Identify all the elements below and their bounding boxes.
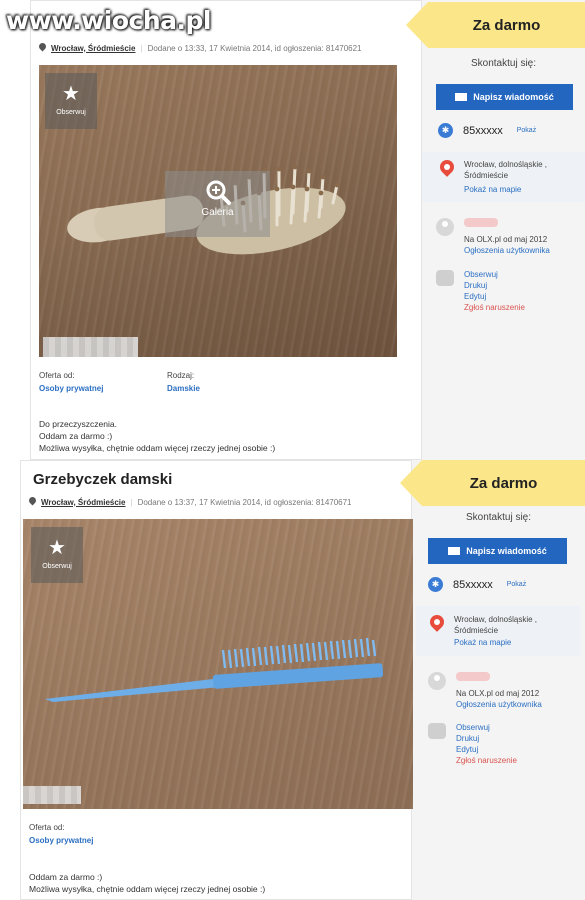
action-print[interactable]: Drukuj: [456, 734, 517, 743]
action-report[interactable]: Zgłoś naruszenie: [456, 756, 517, 765]
show-phone-link[interactable]: Pokaż: [507, 581, 526, 588]
chat-icon: [436, 270, 454, 286]
added-info: Dodane o 13:33, 17 Kwietnia 2014, id ogł…: [147, 43, 362, 53]
offer-label: Oferta od:: [29, 823, 65, 832]
observe-button[interactable]: ★ Obserwuj: [45, 73, 97, 129]
offer-param: Oferta od: Osoby prywatnej: [39, 371, 103, 393]
phone-number: 85xxxxx: [463, 124, 503, 137]
member-since: Na OLX.pl od maj 2012: [456, 689, 540, 698]
meta-separator: |: [140, 43, 143, 53]
ad-screenshot-2: Grzebyczek damski Wrocław, Śródmieście |…: [20, 460, 585, 900]
ad-meta: Wrocław, Śródmieście | Dodane o 13:37, 1…: [29, 497, 352, 507]
contact-heading: Skontaktuj się:: [470, 58, 537, 69]
zoom-icon: [206, 180, 231, 205]
location-link[interactable]: Wrocław, Śródmieście: [41, 498, 125, 507]
offer-value[interactable]: Osoby prywatnej: [29, 836, 93, 845]
gallery-label: Galeria: [201, 207, 234, 218]
ad-title: Grzebyczek damski: [33, 471, 173, 488]
pixelated-username: [23, 786, 81, 804]
offer-label: Oferta od:: [39, 371, 75, 380]
ad-description: Do przeczyszczenia. Oddam za darmo :) Mo…: [39, 418, 275, 454]
user-avatar-icon: [428, 672, 446, 690]
action-observe[interactable]: Obserwuj: [464, 270, 525, 279]
type-param: Rodzaj: Damskie: [167, 371, 200, 393]
meta-separator: |: [130, 497, 133, 507]
actions-row: Obserwuj Drukuj Edytuj Zgłoś naruszenie: [436, 270, 525, 312]
write-message-button[interactable]: Napisz wiadomość: [428, 538, 567, 564]
phone-row: ✱ 85xxxxx Pokaż: [438, 123, 536, 138]
type-value[interactable]: Damskie: [167, 384, 200, 393]
type-label: Rodzaj:: [167, 371, 195, 380]
user-ads-link[interactable]: Ogłoszenia użytkownika: [456, 700, 542, 709]
desc-line: Oddam za darmo :): [29, 872, 103, 882]
location-pin-icon: [29, 497, 36, 507]
location-city: Wrocław, dolnośląskie ,: [464, 160, 547, 169]
blurred-username: [464, 218, 498, 227]
phone-row: ✱ 85xxxxx Pokaż: [428, 577, 526, 592]
desc-line: Możliwa wysyłka, chętnie oddam więcej rz…: [29, 884, 266, 894]
contact-heading: Skontaktuj się:: [465, 512, 532, 523]
offer-value[interactable]: Osoby prywatnej: [39, 384, 103, 393]
ad-card: Grzebyczek damski Wrocław, Śródmieście |…: [20, 460, 413, 900]
offer-param: Oferta od: Osoby prywatnej: [29, 823, 93, 845]
member-since: Na OLX.pl od maj 2012: [464, 235, 548, 244]
gallery-button[interactable]: Galeria: [165, 171, 270, 237]
added-info: Dodane o 13:37, 17 Kwietnia 2014, id ogł…: [137, 497, 352, 507]
ad-meta: Wrocław, Śródmieście | Dodane o 13:33, 1…: [39, 43, 362, 53]
location-city: Wrocław, dolnośląskie ,: [454, 615, 537, 624]
seller-sidebar: Za darmo Skontaktuj się: Napisz wiadomoś…: [400, 460, 585, 900]
phone-badge-icon: ✱: [438, 123, 453, 138]
observe-label: Obserwuj: [42, 563, 72, 570]
write-message-label: Napisz wiadomość: [473, 92, 554, 102]
location-district: Śródmieście: [464, 171, 509, 180]
show-phone-link[interactable]: Pokaż: [517, 127, 536, 134]
phone-number: 85xxxxx: [453, 578, 493, 591]
location-district: Śródmieście: [454, 626, 499, 635]
write-message-label: Napisz wiadomość: [466, 546, 547, 556]
action-edit[interactable]: Edytuj: [464, 292, 525, 301]
location-pin-icon: [39, 43, 46, 53]
user-avatar-icon: [436, 218, 454, 236]
user-ads-link[interactable]: Ogłoszenia użytkownika: [464, 246, 550, 255]
price-tag: Za darmo: [400, 460, 585, 506]
map-pin-icon: [440, 160, 454, 180]
write-message-button[interactable]: Napisz wiadomość: [436, 84, 573, 110]
map-pin-icon: [430, 615, 444, 635]
star-icon: ★: [48, 537, 66, 559]
watermark-logo: www.wiocha.pl: [6, 6, 211, 35]
action-edit[interactable]: Edytuj: [456, 745, 517, 754]
ad-screenshot-1: Wrocław, Śródmieście | Dodane o 13:33, 1…: [30, 0, 585, 460]
price-tag: Za darmo: [406, 2, 585, 48]
ad-photo[interactable]: ★ Obserwuj Galeria: [39, 65, 397, 357]
desc-line: Możliwa wysyłka, chętnie oddam więcej rz…: [39, 443, 276, 453]
seller-sidebar: Za darmo Skontaktuj się: Napisz wiadomoś…: [406, 0, 585, 460]
actions-row: Obserwuj Drukuj Edytuj Zgłoś naruszenie: [428, 723, 517, 765]
location-row: Wrocław, dolnośląskie , Śródmieście Poka…: [430, 615, 537, 647]
show-map-link[interactable]: Pokaż na mapie: [464, 185, 547, 194]
location-link[interactable]: Wrocław, Śródmieście: [51, 44, 135, 53]
action-print[interactable]: Drukuj: [464, 281, 525, 290]
show-map-link[interactable]: Pokaż na mapie: [454, 638, 537, 647]
user-row: Na OLX.pl od maj 2012 Ogłoszenia użytkow…: [428, 672, 542, 709]
action-report[interactable]: Zgłoś naruszenie: [464, 303, 525, 312]
envelope-icon: [448, 547, 461, 555]
ad-photo[interactable]: ★ Obserwuj: [23, 519, 413, 809]
star-icon: ★: [62, 83, 80, 105]
location-row: Wrocław, dolnośląskie , Śródmieście Poka…: [440, 160, 547, 194]
chat-icon: [428, 723, 446, 739]
blurred-username: [456, 672, 490, 681]
phone-badge-icon: ✱: [428, 577, 443, 592]
ad-card: Wrocław, Śródmieście | Dodane o 13:33, 1…: [30, 0, 422, 460]
envelope-icon: [455, 93, 468, 101]
action-observe[interactable]: Obserwuj: [456, 723, 517, 732]
pixelated-username: [43, 337, 138, 357]
desc-line: Oddam za darmo :): [39, 431, 113, 441]
user-row: Na OLX.pl od maj 2012 Ogłoszenia użytkow…: [436, 218, 550, 255]
observe-label: Obserwuj: [56, 109, 86, 116]
ad-description: Oddam za darmo :) Możliwa wysyłka, chętn…: [29, 871, 265, 895]
desc-line: Do przeczyszczenia.: [39, 419, 117, 429]
observe-button[interactable]: ★ Obserwuj: [31, 527, 83, 583]
